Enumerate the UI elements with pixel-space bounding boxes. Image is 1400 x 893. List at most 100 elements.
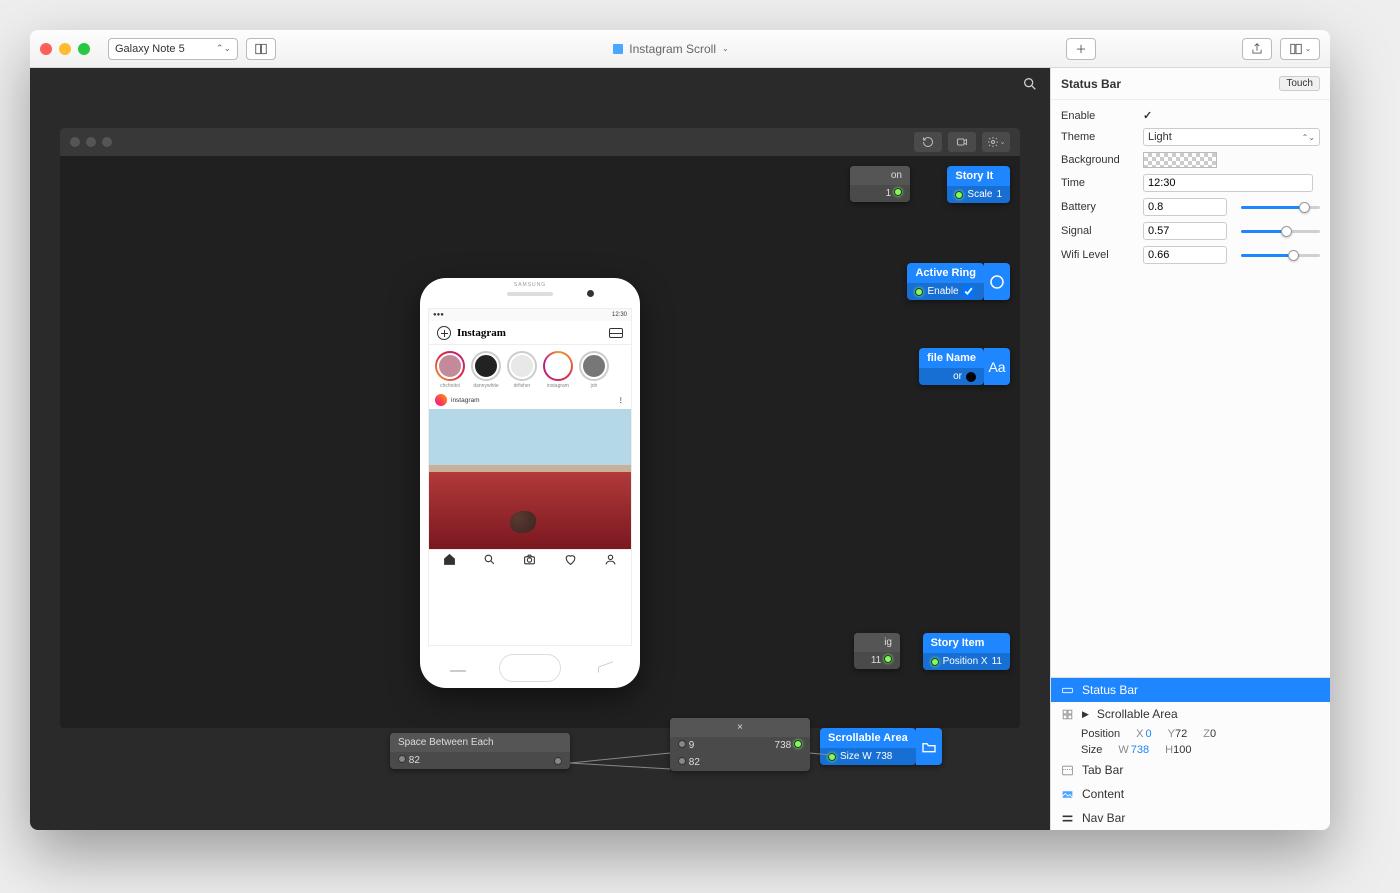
prop-background: Background <box>1051 149 1330 171</box>
preview-header: ⌄ <box>60 128 1020 156</box>
home-button <box>499 654 561 682</box>
search-icon <box>483 553 496 571</box>
heart-icon <box>564 553 577 571</box>
preview-dot <box>86 137 96 147</box>
navbar-icon <box>1061 812 1074 825</box>
search-icon <box>1022 76 1038 92</box>
story-item: dannywhite <box>471 351 501 389</box>
post-username: instagram <box>451 397 480 404</box>
text-icon: Aa <box>984 348 1010 385</box>
profile-icon <box>604 553 617 571</box>
prop-enable: Enable ✓ <box>1051 106 1330 125</box>
enable-checkbox[interactable] <box>963 286 974 297</box>
chevron-right-icon[interactable]: ▶ <box>1082 709 1089 720</box>
more-icon: ⋮ <box>618 396 626 404</box>
window-controls <box>40 43 90 55</box>
output-port[interactable] <box>884 655 892 663</box>
prop-battery: Battery <box>1051 195 1330 219</box>
layer-tab-bar[interactable]: Tab Bar <box>1051 758 1330 782</box>
node-scrollable-area[interactable]: Scrollable Area Size W 738 <box>820 728 942 765</box>
layer-status-bar[interactable]: Status Bar <box>1051 678 1330 702</box>
node-space-between[interactable]: Space Between Each 82 <box>390 733 570 769</box>
story-item: chchoitoi <box>435 351 465 389</box>
background-swatch[interactable] <box>1143 152 1217 168</box>
add-story-icon <box>437 326 451 340</box>
instagram-tabbar <box>429 549 631 573</box>
multiply-icon: × <box>737 722 743 733</box>
node-pass-through[interactable]: ig 11 <box>854 633 900 669</box>
layout-toggle-button[interactable] <box>246 38 276 60</box>
canvas-search-button[interactable] <box>1022 76 1038 97</box>
story-item: joh <box>579 351 609 389</box>
battery-input[interactable] <box>1143 198 1227 216</box>
zoom-window-button[interactable] <box>78 43 90 55</box>
image-icon <box>1061 788 1074 801</box>
layer-nav-bar[interactable]: Nav Bar <box>1051 806 1330 830</box>
input-port[interactable] <box>955 191 963 199</box>
document-title: Instagram Scroll <box>629 42 716 56</box>
output-port[interactable] <box>894 188 902 196</box>
theme-select[interactable]: Light ⌃⌄ <box>1143 128 1320 146</box>
chevron-updown-icon: ⌃⌄ <box>1302 133 1315 142</box>
preview-dot <box>70 137 80 147</box>
input-port[interactable] <box>931 658 939 666</box>
signal-slider[interactable] <box>1241 230 1320 233</box>
connection-wire <box>570 733 830 783</box>
device-select[interactable]: Galaxy Note 5 ⌃⌄ <box>108 38 238 60</box>
titlebar: Galaxy Note 5 ⌃⌄ Instagram Scroll ⌄ ⌄ <box>30 30 1330 68</box>
grid-icon <box>1061 708 1074 721</box>
inspector-title: Status Bar <box>1061 77 1121 91</box>
inspector-panel: Status Bar Touch Enable ✓ Theme Light ⌃⌄… <box>1050 68 1330 830</box>
settings-button[interactable]: ⌄ <box>982 132 1010 152</box>
add-tab-button[interactable] <box>1066 38 1096 60</box>
plus-icon <box>1074 42 1088 56</box>
statusbar-icon <box>1061 684 1074 697</box>
input-port[interactable] <box>398 755 406 763</box>
wifi-input[interactable] <box>1143 246 1227 264</box>
status-time: 12:30 <box>612 312 627 318</box>
phone-frame: SAMSUNG ●●●12:30 Instagram <box>420 278 640 688</box>
chevron-updown-icon: ⌃⌄ <box>216 43 231 54</box>
input-port[interactable] <box>915 288 923 296</box>
layer-scrollable-area[interactable]: ▶ Scrollable Area <box>1051 702 1330 726</box>
touch-button[interactable]: Touch <box>1279 76 1320 91</box>
tab-icon <box>1061 764 1074 777</box>
reload-button[interactable] <box>914 132 942 152</box>
record-button[interactable] <box>948 132 976 152</box>
document-icon <box>613 44 623 54</box>
document-title-area[interactable]: Instagram Scroll ⌄ <box>284 42 1058 56</box>
wifi-slider[interactable] <box>1241 254 1320 257</box>
inspector-header: Status Bar Touch <box>1051 68 1330 100</box>
node-file-name[interactable]: file Name or Aa <box>919 348 1010 385</box>
check-icon[interactable]: ✓ <box>1143 110 1152 122</box>
gear-icon <box>987 136 999 148</box>
node-partial[interactable]: on 1 <box>850 166 910 202</box>
story-item: instagram <box>543 351 573 389</box>
layer-content[interactable]: Content <box>1051 782 1330 806</box>
canvas[interactable]: ⌄ SAMSUNG <box>30 68 1050 830</box>
layer-position-row: Position X0 Y72 Z0 <box>1051 726 1330 742</box>
ring-icon <box>984 263 1010 300</box>
chevron-down-icon: ⌄ <box>1305 44 1312 53</box>
battery-slider[interactable] <box>1241 206 1320 209</box>
instagram-header: Instagram <box>429 321 631 345</box>
columns-icon <box>254 42 268 56</box>
share-button[interactable] <box>1242 38 1272 60</box>
layer-size-row: Size W738 H100 <box>1051 742 1330 758</box>
inbox-icon <box>609 328 623 338</box>
node-title: Active Ring <box>915 267 976 279</box>
close-window-button[interactable] <box>40 43 52 55</box>
node-story-item-bottom[interactable]: Story Item Position X 11 <box>923 633 1010 670</box>
node-active-ring[interactable]: Active Ring Enable <box>907 263 1010 300</box>
view-mode-button[interactable]: ⌄ <box>1280 38 1320 60</box>
node-title: Space Between Each <box>398 737 494 748</box>
output-port[interactable] <box>554 757 562 765</box>
color-swatch[interactable] <box>966 372 976 382</box>
node-title: file Name <box>927 352 976 364</box>
signal-input[interactable] <box>1143 222 1227 240</box>
post-avatar <box>435 394 447 406</box>
node-story-item-top[interactable]: Story It Scale 1 <box>947 166 1010 203</box>
prop-signal: Signal <box>1051 219 1330 243</box>
time-input[interactable] <box>1143 174 1313 192</box>
minimize-window-button[interactable] <box>59 43 71 55</box>
